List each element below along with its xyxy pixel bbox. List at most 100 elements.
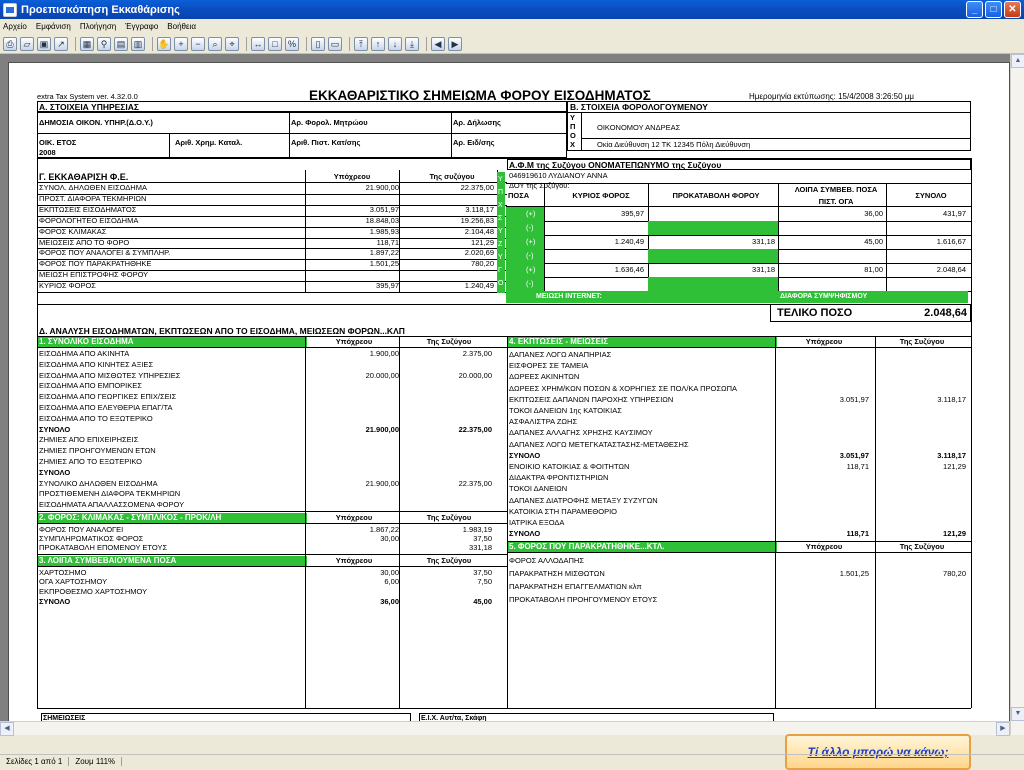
menu-file[interactable]: Αρχείο — [3, 22, 27, 31]
zoom-out-icon[interactable]: − — [191, 36, 205, 51]
menu-navigate[interactable]: Πλοήγηση — [80, 22, 116, 31]
amount-main — [546, 279, 644, 289]
section-4-title: 4. ΕΚΠΤΩΣΕΙΣ - ΜΕΙΩΣΕΙΣ — [509, 337, 609, 346]
print-icon[interactable]: ⎙ — [3, 36, 17, 51]
section-a-title: Α. ΣΤΟΙΧΕΙΑ ΥΠΗΡΕΣΙΑΣ — [39, 102, 140, 112]
col-taxpayer: Υπόχρεου — [335, 513, 373, 522]
rule-line — [289, 112, 290, 158]
s5_rows-spouse — [876, 593, 966, 606]
s5_rows-taxpayer — [779, 580, 869, 593]
g-row-spouse: 3.118,17 — [465, 204, 494, 214]
s2_rows-spouse: 37,50 — [473, 534, 492, 544]
s1_rows-label: ΠΡΟΣΤΙΘΕΜΕΝΗ ΔΙΑΦΟΡΑ ΤΕΚΜΗΡΙΩΝ — [39, 489, 181, 499]
zoom-page-icon[interactable]: ⌖ — [225, 36, 239, 51]
s1_rows-taxpayer: 21.900,00 — [365, 478, 399, 488]
s4_rows-taxpayer — [779, 416, 869, 427]
col-spouse: Της Συζύγου — [426, 555, 472, 565]
g-row-taxpayer: 1.897,22 — [369, 248, 399, 258]
actual-size-icon[interactable]: % — [285, 36, 299, 51]
s1_rows-taxpayer — [309, 457, 399, 468]
s1_rows-label: ΕΙΣΟΔΗΜΑ ΑΠΟ ΚΙΝΗΤΕΣ ΑΞΙΕΣ — [39, 359, 154, 369]
first-page-icon[interactable]: ⤒ — [354, 36, 368, 51]
menu-document[interactable]: Έγγραφο — [125, 22, 158, 31]
thumbnails-icon[interactable]: ▦ — [80, 36, 94, 51]
rule-line — [506, 183, 971, 184]
s1_rows-label: ΕΙΣΟΔΗΜΑ ΑΠΟ ΕΜΠΟΡΙΚΕΣ — [39, 381, 142, 391]
s5_rows-taxpayer: 1.501,25 — [839, 569, 869, 579]
fit-width-icon[interactable]: ↔ — [251, 36, 265, 51]
two-page-icon[interactable]: ▭ — [328, 36, 342, 51]
preview-area[interactable]: extra Tax System ver. 4.32.0.0 ΕΚΚΑΘΑΡΙΣΤ… — [0, 54, 1024, 770]
s4_rows-spouse — [876, 405, 966, 416]
status-pages: Σελίδες 1 από 1 — [0, 757, 70, 766]
s2_rows-label: ΦΟΡΟΣ ΠΟΥ ΑΝΑΛΟΓΕΙ — [39, 525, 124, 534]
maximize-button[interactable]: □ — [985, 1, 1002, 18]
col-taxpayer: Υπόχρεου — [335, 337, 373, 346]
s1_rows-spouse — [402, 468, 492, 479]
s1_rows-spouse — [402, 446, 492, 457]
side-letter: Σ — [498, 215, 503, 222]
save-icon[interactable]: ▣ — [37, 36, 51, 51]
rule-line — [567, 112, 971, 113]
s1_rows-spouse — [402, 392, 492, 403]
s2_rows-spouse: 1.983,19 — [462, 525, 492, 534]
g-row-label: ΜΕΙΩΣΗ ΕΠΙΣΤΡΟΦΗΣ ΦΟΡΟΥ — [39, 270, 149, 280]
s4_rows-spouse — [876, 472, 966, 483]
properties-icon[interactable]: ▥ — [131, 36, 145, 51]
close-button[interactable]: ✕ — [1004, 1, 1021, 18]
s4_rows-taxpayer — [779, 517, 869, 528]
prev-page-icon[interactable]: ↑ — [371, 36, 385, 51]
g-row-spouse: 121,29 — [471, 237, 494, 247]
rule-line — [169, 133, 170, 158]
s1_rows-label: ΣΥΝΟΛΙΚΟ ΔΗΛΩΘΕΝ ΕΙΣΟΔΗΜΑ — [39, 478, 158, 488]
s4_rows-spouse — [876, 506, 966, 517]
export-icon[interactable]: ↗ — [54, 36, 68, 51]
g-row-label: ΠΡΟΣΤ. ΔΙΑΦΟΡΑ ΤΕΚΜΗΡΙΩΝ — [39, 193, 147, 203]
s4_rows-spouse — [876, 371, 966, 382]
amount-sign: (+) — [526, 237, 536, 246]
zoom-in-icon[interactable]: + — [174, 36, 188, 51]
g-row-spouse: 2.020,69 — [464, 248, 494, 258]
g-row-label: ΦΟΡΟΣ ΠΟΥ ΑΝΑΛΟΓΕΙ & ΣΥΜΠΛΗΡ. — [39, 248, 171, 258]
s1_rows-taxpayer: 1.900,00 — [369, 349, 399, 358]
scroll-left-icon[interactable]: ◀ — [0, 722, 14, 736]
forward-icon[interactable]: ▶ — [448, 36, 462, 51]
s1_rows-taxpayer — [309, 414, 399, 425]
s1_rows-spouse — [402, 489, 492, 500]
final-amount: 2.048,64 — [924, 307, 967, 319]
s4_rows-label: ΑΣΦΑΛΙΣΤΡΑ ΖΩΗΣ — [509, 417, 578, 427]
next-page-icon[interactable]: ↓ — [388, 36, 402, 51]
s4_rows-taxpayer — [779, 360, 869, 371]
open-icon[interactable]: ▱ — [20, 36, 34, 51]
fit-page-icon[interactable]: □ — [268, 36, 282, 51]
s4_rows-spouse: 3.118,17 — [937, 394, 966, 404]
single-page-icon[interactable]: ▯ — [311, 36, 325, 51]
page-setup-icon[interactable]: ▤ — [114, 36, 128, 51]
amount-sign: (-) — [526, 251, 534, 260]
menu-view[interactable]: Εμφάνιση — [36, 22, 71, 31]
last-page-icon[interactable]: ⤓ — [405, 36, 419, 51]
vertical-scrollbar[interactable]: ▲ ▼ — [1010, 54, 1024, 735]
scroll-down-icon[interactable]: ▼ — [1011, 707, 1024, 721]
s3_rows-taxpayer: 30,00 — [380, 567, 399, 577]
taxpayer-name: ΟΙΚΟΝΟΜΟΥ ΑΝΔΡΕΑΣ — [597, 123, 681, 132]
s5_rows-taxpayer — [779, 554, 869, 567]
s1_rows-spouse: 22.375,00 — [458, 478, 492, 488]
s4_rows-spouse — [876, 439, 966, 450]
amount-prep — [651, 251, 775, 261]
scroll-up-icon[interactable]: ▲ — [1011, 54, 1024, 68]
scroll-right-icon[interactable]: ▶ — [996, 722, 1010, 736]
minimize-button[interactable]: _ — [966, 1, 983, 18]
account-label: Αριθ. Χρημ. Καταλ. — [175, 138, 243, 147]
hand-tool-icon[interactable]: ✋ — [157, 36, 171, 51]
back-icon[interactable]: ◀ — [431, 36, 445, 51]
find-icon[interactable]: ⚲ — [97, 36, 111, 51]
zoom-region-icon[interactable]: ⌕ — [208, 36, 222, 51]
menu-help[interactable]: Βοήθεια — [167, 22, 196, 31]
s1_rows-label: ΕΙΣΟΔΗΜΑ ΑΠΟ ΕΛΕΥΘΕΡΙΑ ΕΠΑΓ/ΤΑ — [39, 403, 173, 412]
amount-main: 1.636,46 — [614, 265, 644, 274]
fiscal-year-label: ΟΙΚ. ΕΤΟΣ — [39, 138, 77, 147]
horizontal-scrollbar[interactable]: ◀ ▶ — [0, 721, 1010, 736]
s4_rows-spouse — [876, 383, 966, 394]
s4_rows-label: ΚΑΤΟΙΚΙΑ ΣΤΗ ΠΑΡΑΜΕΘΟΡΙΟ — [509, 506, 617, 516]
